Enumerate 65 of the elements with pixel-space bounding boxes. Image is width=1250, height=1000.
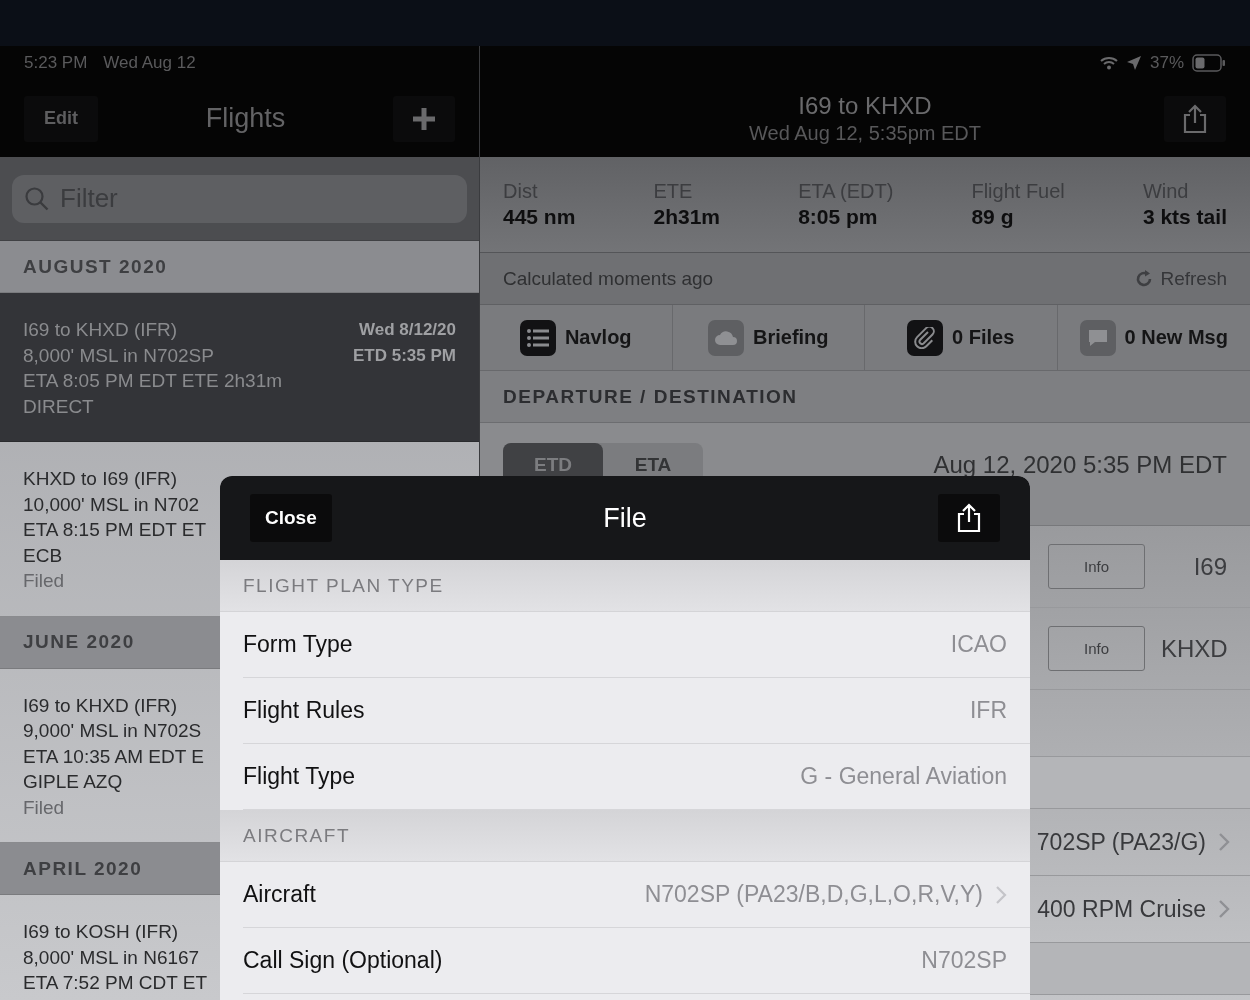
close-button[interactable]: Close: [250, 494, 332, 542]
wifi-icon: [1099, 56, 1118, 70]
flight-etd: ETD 5:35 PM: [353, 344, 456, 367]
flight-detail: I69 to KHXD (IFR): [23, 318, 178, 342]
section-heading: AIRCRAFT: [220, 810, 1030, 862]
flight-detail: DIRECT: [23, 394, 94, 419]
flight-date: Wed 8/12/20: [358, 319, 456, 341]
form-row[interactable]: Call Sign (Optional) N702SP: [243, 928, 1030, 994]
section-heading: AUGUST 2020: [0, 241, 479, 293]
stat-value: 89 g: [971, 205, 1015, 229]
flight-subtitle: Wed Aug 12, 5:35pm EDT: [749, 122, 981, 145]
flight-detail: 8,000' MSL in N702SP: [23, 343, 214, 368]
status-date: Wed Aug 12: [103, 53, 196, 73]
flight-detail: 8,000' MSL in N6167: [23, 945, 200, 970]
flight-detail: ETA 7:52 PM CDT ET: [23, 971, 208, 995]
form-row[interactable]: Aircraft N702SP (PA23/B,D,G,L,O,R,V,Y): [243, 862, 1030, 928]
form-row[interactable]: Form Type ICAO: [243, 612, 1030, 678]
action-button[interactable]: 0 Files: [865, 305, 1058, 370]
action-button[interactable]: Briefing: [672, 305, 865, 370]
battery-percent: 37%: [1149, 53, 1184, 73]
flight-status: Filed: [23, 569, 65, 593]
departure-time: Aug 12, 2020 5:35 PM EDT: [933, 451, 1227, 479]
flight-row[interactable]: I69 to KHXD (IFR) 8,000' MSL in N702SP ETA 8:05 PM EDT ETE 2h31m DIRECT Wed 8/12/20 ETD 5:35 PM: [0, 293, 479, 442]
status-time: 5:23 PM: [24, 53, 88, 73]
stat-value: 8:05 pm: [798, 205, 879, 229]
flight-detail: ETA 8:15 PM EDT ET: [23, 518, 207, 542]
flight-detail: ETA 8:05 PM EDT ETE 2h31m: [23, 369, 283, 393]
share-icon: [955, 503, 983, 533]
share-icon: [1181, 103, 1209, 134]
chevron-icon: [1218, 899, 1230, 919]
location-arrow-icon: [1125, 55, 1142, 71]
flight-status: Filed: [23, 795, 65, 820]
stat-value: 3 kts tail: [1142, 205, 1227, 229]
flight-detail: GIPLE AZQ: [23, 770, 123, 794]
share-button[interactable]: [938, 494, 1000, 542]
flight-detail: 9,000' MSL in N702S: [23, 719, 202, 743]
info-button[interactable]: Info: [1048, 544, 1145, 589]
pane-title: Flights: [205, 103, 286, 134]
stat-value: 2h31m: [653, 205, 721, 229]
section-heading: FLIGHT PLAN TYPE: [220, 560, 1030, 612]
plus-icon: [411, 105, 437, 132]
stat-value: 445 nm: [503, 205, 576, 229]
dialog-title: File: [603, 502, 647, 534]
refresh-button[interactable]: Refresh: [1134, 267, 1227, 290]
flight-title: I69 to KHXD: [798, 92, 932, 120]
airport-code: I69: [1192, 552, 1227, 581]
flight-detail: 10,000' MSL in N702: [23, 492, 200, 517]
add-button[interactable]: [393, 95, 455, 142]
search-icon: [24, 185, 50, 212]
edit-button[interactable]: Edit: [24, 95, 98, 142]
calculated-note: Calculated moments ago: [503, 267, 714, 290]
form-row[interactable]: Flight Rules IFR: [243, 678, 1030, 744]
flight-detail: KHXD to I69 (IFR): [23, 467, 178, 491]
flight-detail: ETA 10:35 AM EDT E: [23, 744, 204, 769]
flight-detail: ECB: [23, 543, 63, 568]
flight-detail: I69 to KHXD (IFR): [23, 693, 178, 718]
segment-tab[interactable]: ETA: [603, 443, 703, 487]
section-heading: DEPARTURE / DESTINATION: [480, 371, 1250, 423]
info-button[interactable]: Info: [1048, 626, 1145, 671]
action-button[interactable]: Navlog: [480, 305, 673, 370]
chevron-icon: [1218, 832, 1230, 852]
action-button[interactable]: 0 New Msg: [1057, 305, 1250, 370]
airport-code: KHXD: [1161, 634, 1227, 663]
battery-icon: [1192, 54, 1226, 72]
flight-detail: I69 to KOSH (IFR): [23, 920, 179, 944]
